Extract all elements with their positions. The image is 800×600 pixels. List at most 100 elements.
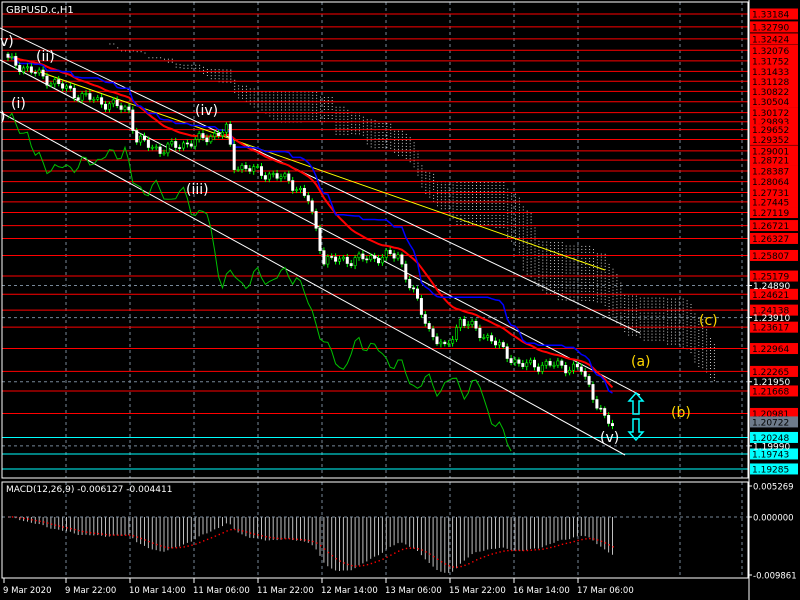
macd-signal-dot — [109, 534, 111, 536]
cloud-dot — [596, 265, 598, 267]
cloud-dot — [487, 202, 489, 204]
cloud-dot — [401, 136, 403, 138]
macd-panel[interactable] — [2, 516, 748, 573]
trading-chart[interactable]: v)(ii)(i)) (iv)(iii)(v)(a)(b)(c) 1.331841… — [0, 0, 800, 600]
cloud-dot — [304, 106, 306, 108]
cloud-dot — [487, 217, 489, 219]
cloud-dot — [635, 328, 637, 330]
cloud-dot — [518, 215, 520, 217]
cloud-dot — [616, 286, 618, 288]
cloud-dot — [667, 322, 669, 324]
cloud-dot — [522, 230, 524, 232]
cloud-dot — [300, 106, 302, 108]
cloud-dot — [183, 64, 185, 66]
cloud-dot — [663, 318, 665, 320]
cloud-dot — [593, 273, 594, 275]
cloud-dot — [690, 325, 692, 327]
cloud-dot — [647, 297, 649, 299]
cloud-dot — [573, 266, 575, 268]
cloud-dot — [390, 126, 392, 128]
cloud-dot — [667, 340, 669, 342]
cloud-dot — [628, 298, 630, 300]
level-label: 1.24621 — [752, 291, 789, 301]
cloud-dot — [561, 263, 563, 265]
cloud-dot — [565, 257, 567, 259]
cloud-dot — [343, 124, 345, 126]
cloud-dot — [593, 282, 594, 284]
macd-signal-dot — [66, 527, 68, 529]
macd-signal-dot — [269, 536, 271, 539]
cloud-dot — [620, 297, 622, 299]
candle — [104, 103, 108, 110]
cloud-dot — [335, 106, 337, 108]
cloud-dot — [226, 78, 228, 80]
cloud-dot — [674, 331, 676, 333]
cloud-dot — [702, 349, 704, 351]
cloud-dot — [554, 281, 555, 283]
price-axis[interactable]: 1.331841.327901.324241.320761.317521.314… — [748, 0, 798, 600]
cloud-dot — [702, 355, 704, 357]
cloud-dot — [647, 321, 649, 323]
cloud-dot — [476, 190, 477, 192]
macd-signal-dot — [479, 557, 482, 559]
macd-signal-dot — [210, 537, 213, 539]
macd-signal-dot — [50, 523, 53, 525]
cloud-dot — [312, 118, 314, 120]
cloud-dot — [378, 147, 380, 149]
macd-signal-dot — [437, 558, 439, 561]
cloud-dot — [269, 94, 271, 96]
cloud-dot — [503, 217, 505, 219]
candle — [603, 408, 607, 416]
cloud-dot — [284, 94, 286, 96]
cloud-dot — [394, 136, 396, 138]
cloud-dot — [273, 115, 275, 117]
cloud-dot — [355, 130, 357, 132]
cloud-dot — [639, 315, 641, 317]
cloud-dot — [460, 187, 462, 189]
cloud-dot — [362, 125, 364, 127]
cloud-dot — [596, 283, 598, 285]
macd-signal-dot — [355, 565, 357, 567]
cloud-dot — [651, 321, 653, 323]
cloud-dot — [561, 299, 563, 301]
cloud-dot — [710, 359, 711, 361]
cloud-dot — [569, 260, 571, 262]
cloud-dot — [671, 325, 672, 327]
cloud-dot — [546, 289, 548, 291]
candle — [162, 152, 166, 155]
cloud-dot — [682, 313, 684, 315]
time-label: 10 Mar 14:00 — [129, 586, 186, 596]
cloud-dot — [659, 330, 661, 332]
candle — [29, 66, 33, 73]
candle — [22, 67, 26, 72]
cloud-dot — [448, 190, 450, 192]
time-axis[interactable]: 9 Mar 2020 9 Mar 22:00 10 Mar 14:00 11 Mar … — [3, 578, 634, 596]
cloud-dot — [604, 253, 606, 255]
cloud-dot — [359, 124, 360, 126]
cloud-dot — [667, 313, 669, 315]
cloud-dot — [335, 130, 337, 132]
time-label: 11 Mar 22:00 — [257, 586, 314, 596]
candle — [419, 298, 423, 315]
cloud-dot — [222, 75, 224, 77]
macd-signal-dot — [218, 533, 220, 536]
cloud-dot — [546, 244, 548, 246]
cloud-dot — [495, 226, 497, 228]
cloud-dot — [320, 108, 321, 110]
level-label: 1.28387 — [752, 168, 789, 178]
cloud-dot — [589, 257, 591, 259]
cloud-dot — [690, 349, 692, 351]
cloud-dot — [468, 196, 470, 198]
cloud-dot — [359, 133, 360, 135]
cloud-dot — [620, 321, 622, 323]
cloud-dot — [667, 328, 669, 330]
cloud-dot — [440, 184, 442, 186]
cloud-dot — [304, 97, 306, 99]
candle — [337, 258, 341, 262]
cloud-dot — [655, 315, 657, 317]
cloud-dot — [452, 214, 454, 216]
cloud-dot — [522, 260, 524, 262]
macd-signal-dot — [409, 547, 412, 549]
cloud-dot — [530, 246, 532, 248]
cloud-dot — [479, 181, 481, 183]
